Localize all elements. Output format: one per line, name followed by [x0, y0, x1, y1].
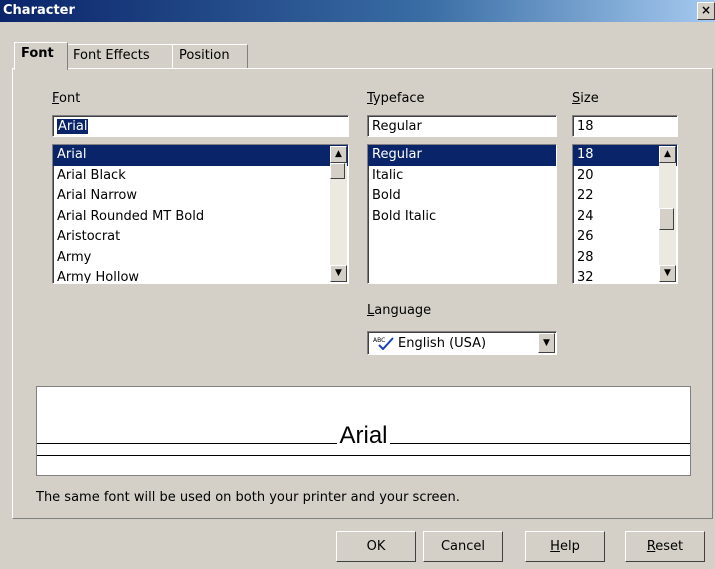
typeface-list-item[interactable]: Bold [368, 186, 556, 207]
font-name-value: Arial [57, 119, 89, 134]
close-button[interactable]: × [697, 2, 715, 20]
scroll-thumb[interactable] [330, 163, 345, 179]
scroll-thumb[interactable] [659, 208, 674, 230]
info-text: The same font will be used on both your … [36, 490, 460, 505]
language-value: English (USA) [398, 336, 487, 351]
font-list-item[interactable]: Arial [53, 145, 348, 166]
preview-text-wrap: Arial [37, 422, 690, 450]
font-list-item[interactable]: Army [53, 248, 348, 269]
chevron-down-icon[interactable]: ▼ [538, 333, 555, 353]
scroll-down-icon[interactable]: ▼ [659, 265, 676, 282]
cancel-button[interactable]: Cancel [423, 531, 503, 562]
window-title: Character [3, 3, 75, 18]
typeface-list-item[interactable]: Bold Italic [368, 207, 556, 228]
ok-button[interactable]: OK [336, 531, 416, 562]
size-label: Size [572, 91, 599, 106]
typeface-list-item[interactable]: Italic [368, 166, 556, 187]
tab-font[interactable]: Font [14, 42, 68, 70]
tab-font-effects[interactable]: Font Effects [66, 44, 174, 69]
help-button[interactable]: Help [525, 531, 605, 562]
font-list[interactable]: Arial Arial Black Arial Narrow Arial Rounde… [52, 144, 349, 284]
font-items: Arial Arial Black Arial Narrow Arial Rounde… [53, 145, 348, 283]
language-label: Language [367, 303, 432, 318]
font-list-scrollbar[interactable]: ▲ ▼ [330, 146, 347, 282]
typeface-input[interactable]: Regular [367, 115, 557, 137]
typeface-label: Typeface [367, 91, 425, 106]
font-list-item[interactable]: Aristocrat [53, 227, 348, 248]
preview-separator [37, 455, 690, 456]
title-bar: Character × [0, 0, 715, 22]
scroll-down-icon[interactable]: ▼ [330, 265, 347, 282]
typeface-list-item[interactable]: Regular [368, 145, 556, 166]
typeface-list[interactable]: Regular Italic Bold Bold Italic [367, 144, 557, 284]
font-list-item[interactable]: Army Hollow [53, 268, 348, 283]
typeface-items: Regular Italic Bold Bold Italic [368, 145, 556, 227]
spellcheck-icon: ABC [373, 337, 394, 350]
font-preview: Arial [36, 386, 691, 476]
font-list-item[interactable]: Arial Narrow [53, 186, 348, 207]
font-list-item[interactable]: Arial Rounded MT Bold [53, 207, 348, 228]
size-list-scrollbar[interactable]: ▲ ▼ [659, 146, 676, 282]
font-name-input[interactable]: Arial [52, 115, 349, 137]
scroll-up-icon[interactable]: ▲ [659, 146, 676, 163]
svg-text:ABC: ABC [373, 337, 385, 344]
font-label: Font [52, 91, 81, 106]
size-input[interactable]: 18 [572, 115, 678, 137]
language-select[interactable]: ABC English (USA) ▼ [367, 331, 557, 355]
tab-position[interactable]: Position [172, 44, 248, 69]
preview-text: Arial [337, 422, 390, 449]
reset-button[interactable]: Reset [625, 531, 705, 562]
scroll-up-icon[interactable]: ▲ [330, 146, 347, 163]
font-list-item[interactable]: Arial Black [53, 166, 348, 187]
size-list[interactable]: 18 20 22 24 26 28 32 ▲ ▼ [572, 144, 678, 284]
